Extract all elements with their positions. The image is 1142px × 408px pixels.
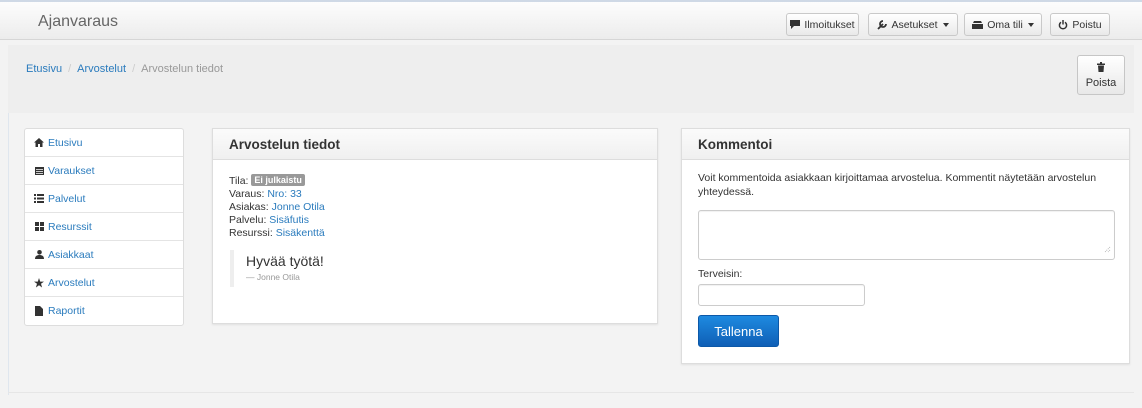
user-icon	[34, 250, 44, 260]
resource-row: Resurssi: Sisäkenttä	[229, 227, 641, 240]
comment-description: Voit kommentoida asiakkaan kirjoittamaa …	[698, 172, 1097, 198]
customer-label: Asiakas:	[229, 201, 269, 213]
sidebar-item-reports[interactable]: Raportit	[25, 297, 183, 325]
user-card-icon	[972, 20, 984, 29]
sidebar-item-label: Asiakkaat	[48, 248, 94, 261]
sidebar-item-reviews[interactable]: Arvostelut	[25, 269, 183, 297]
breadcrumb-item-reviews[interactable]: Arvostelut	[77, 63, 126, 75]
breadcrumb-separator: /	[68, 63, 72, 75]
settings-label: Asetukset	[891, 18, 938, 31]
resize-grip-icon[interactable]	[1104, 244, 1111, 256]
comment-panel: Kommentoi Voit kommentoida asiakkaan kir…	[681, 128, 1130, 364]
review-details-body: Tila: Ei julkaistu Varaus: Nro: 33 Asiak…	[213, 160, 657, 287]
sidebar-item-label: Palvelut	[48, 192, 86, 205]
grid-icon	[34, 222, 44, 232]
sidebar-nav: Etusivu Varaukset Palvelut Resurssit Asi…	[24, 128, 184, 326]
page-header	[8, 45, 1134, 113]
review-author: — Jonne Otila	[246, 272, 300, 282]
sidebar-item-label: Arvostelut	[48, 276, 95, 289]
sidebar-item-services[interactable]: Palvelut	[25, 185, 183, 213]
customer-row: Asiakas: Jonne Otila	[229, 201, 641, 214]
star-icon	[34, 277, 44, 288]
status-label: Tila:	[229, 175, 249, 187]
logout-label: Poistu	[1072, 18, 1102, 31]
app-brand[interactable]: Ajanvaraus	[38, 13, 118, 31]
resource-label: Resurssi:	[229, 227, 273, 239]
breadcrumb-active: Arvostelun tiedot	[141, 63, 224, 75]
my-account-label: Oma tili	[987, 18, 1023, 31]
service-link[interactable]: Sisäfutis	[269, 214, 309, 226]
greeting-label: Terveisin:	[698, 268, 743, 280]
booking-link[interactable]: Nro: 33	[267, 188, 301, 200]
service-row: Palvelu: Sisäfutis	[229, 214, 641, 227]
booking-row: Varaus: Nro: 33	[229, 188, 641, 201]
wrench-icon	[877, 19, 888, 30]
delete-button[interactable]: Poista	[1077, 55, 1125, 95]
list-icon	[34, 194, 44, 204]
notifications-button[interactable]: Ilmoitukset	[786, 13, 859, 36]
home-icon	[34, 138, 44, 148]
customer-link[interactable]: Jonne Otila	[272, 201, 325, 213]
trash-icon	[1097, 61, 1105, 75]
comment-textarea[interactable]	[698, 210, 1115, 260]
breadcrumb: Etusivu / Arvostelut / Arvostelun tiedot	[26, 63, 223, 75]
greeting-input[interactable]	[698, 284, 865, 306]
breadcrumb-separator: /	[132, 63, 136, 75]
logout-button[interactable]: Poistu	[1050, 13, 1110, 36]
sidebar-item-label: Resurssit	[48, 220, 92, 233]
save-button[interactable]: Tallenna	[698, 315, 779, 347]
calendar-icon	[34, 166, 44, 176]
booking-label: Varaus:	[229, 188, 265, 200]
sidebar-item-label: Raportit	[48, 305, 85, 317]
review-details-panel: Arvostelun tiedot Tila: Ei julkaistu Var…	[212, 128, 658, 324]
comment-title: Kommentoi	[682, 129, 1129, 160]
chevron-down-icon	[942, 22, 949, 27]
status-badge: Ei julkaistu	[251, 174, 305, 186]
my-account-button[interactable]: Oma tili	[964, 13, 1042, 36]
review-quote: Hyvää työtä! — Jonne Otila	[230, 250, 641, 287]
delete-label: Poista	[1085, 76, 1117, 89]
status-row: Tila: Ei julkaistu	[229, 174, 641, 188]
sidebar-item-bookings[interactable]: Varaukset	[25, 157, 183, 185]
review-text: Hyvää työtä!	[246, 253, 324, 269]
review-details-title: Arvostelun tiedot	[213, 129, 657, 160]
power-icon	[1058, 19, 1068, 30]
sidebar-item-label: Varaukset	[48, 164, 95, 177]
resource-link[interactable]: Sisäkenttä	[276, 227, 325, 239]
settings-button[interactable]: Asetukset	[868, 13, 958, 36]
sidebar-item-home[interactable]: Etusivu	[25, 129, 183, 157]
sidebar-item-resources[interactable]: Resurssit	[25, 213, 183, 241]
notifications-label: Ilmoitukset	[804, 18, 855, 31]
chevron-down-icon	[1027, 22, 1034, 27]
file-icon	[34, 306, 44, 316]
sidebar-item-label: Etusivu	[48, 136, 83, 149]
comment-icon	[790, 20, 801, 29]
breadcrumb-item-home[interactable]: Etusivu	[26, 63, 62, 75]
top-navbar: Ajanvaraus Ilmoitukset Asetukset Oma til…	[0, 0, 1142, 40]
footer-divider	[8, 392, 1134, 393]
service-label: Palvelu:	[229, 214, 267, 226]
sidebar-item-customers[interactable]: Asiakkaat	[25, 241, 183, 269]
